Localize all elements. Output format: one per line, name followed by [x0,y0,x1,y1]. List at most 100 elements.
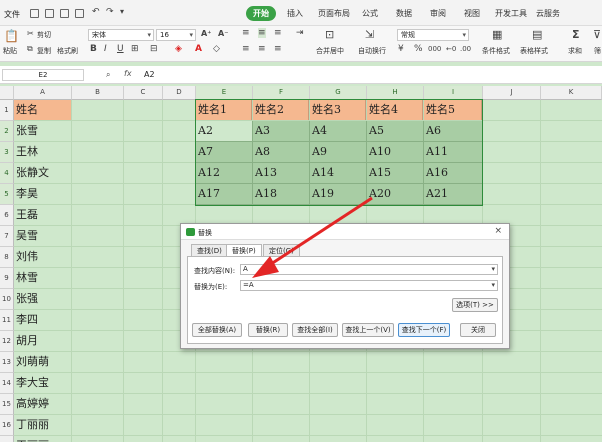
table-data-cell[interactable]: A15 [367,163,424,184]
file-menu[interactable]: 文件 [4,9,20,20]
name-cell[interactable]: 张强 [14,289,71,309]
table-style-button[interactable]: 表格样式 [520,46,548,56]
column-a-header-cell[interactable]: 姓名 [14,100,71,120]
align-left-icon[interactable]: ≡ [242,44,250,54]
font-size-select[interactable]: 16 [156,29,196,41]
row-header-10[interactable]: 10 [0,289,14,310]
name-cell[interactable]: 丁丽丽 [14,415,71,435]
name-cell[interactable]: 吴雪 [14,226,71,246]
column-header-K[interactable]: K [541,86,602,100]
wrap-text-icon[interactable]: ⇲ [365,28,374,41]
name-cell[interactable]: 刘伟 [14,247,71,267]
increase-decimal-icon[interactable]: ←0 [446,45,456,53]
paste-icon[interactable]: 📋 [4,29,19,43]
align-middle-icon[interactable]: ≡ [258,28,266,38]
column-header-G[interactable]: G [310,86,367,100]
column-header-A[interactable]: A [14,86,72,100]
merge-center-button[interactable]: 合并居中 [316,46,344,56]
replace-button[interactable]: 替换(R) [248,323,288,337]
tab-cloud[interactable]: 云服务 [536,8,560,19]
select-all-corner[interactable] [0,86,14,100]
table-data-cell[interactable]: A18 [253,184,310,205]
cut-icon[interactable]: ✂ [27,29,34,38]
name-cell[interactable]: 李大宝 [14,373,71,393]
table-data-cell[interactable]: A5 [367,121,424,142]
tab-data[interactable]: 数据 [396,8,412,19]
bold-icon[interactable]: B [90,44,97,54]
font-color-icon[interactable]: A [195,44,202,54]
table-data-cell[interactable]: A11 [424,142,483,163]
merge-center-icon[interactable]: ⊡ [325,28,334,41]
row-header-8[interactable]: 8 [0,247,14,268]
paste-label[interactable]: 粘贴 [3,46,17,56]
column-header-E[interactable]: E [196,86,253,100]
conditional-format-button[interactable]: 条件格式 [482,46,510,56]
quick-access-dropdown-icon[interactable]: ▾ [120,7,124,16]
tab-page-layout[interactable]: 页面布局 [318,8,350,19]
fill-bucket-icon[interactable]: ◈ [175,44,182,54]
row-header-6[interactable]: 6 [0,205,14,226]
currency-icon[interactable]: ¥ [398,44,404,54]
number-format-select[interactable]: 常规 [397,29,469,41]
dialog-title-bar[interactable]: 替换 × [181,224,509,240]
find-next-button[interactable]: 查找下一个(F) [398,323,450,337]
table-data-cell[interactable]: A6 [424,121,483,142]
row-header-3[interactable]: 3 [0,142,14,163]
column-header-C[interactable]: C [124,86,163,100]
decrease-decimal-icon[interactable]: .00 [460,45,471,53]
font-shrink-icon[interactable]: A⁻ [218,29,228,38]
row-header-7[interactable]: 7 [0,226,14,247]
font-grow-icon[interactable]: A⁺ [201,29,211,38]
tab-insert[interactable]: 插入 [287,8,303,19]
filter-button[interactable]: 筛 [594,46,601,56]
row-header-15[interactable]: 15 [0,394,14,415]
find-input[interactable]: A [240,264,498,275]
table-header-cell[interactable]: 姓名3 [310,100,366,120]
options-button[interactable]: 选项(T) >> [452,298,498,312]
row-header-11[interactable]: 11 [0,310,14,331]
copy-button[interactable]: 复制 [37,46,51,56]
filter-icon[interactable]: ⊽ [593,28,601,41]
row-header-5[interactable]: 5 [0,184,14,205]
column-header-H[interactable]: H [367,86,424,100]
format-painter-button[interactable]: 格式刷 [57,46,78,56]
table-style-icon[interactable]: ▤ [532,28,542,41]
name-box[interactable]: E2 [2,69,84,81]
print-icon[interactable] [60,9,69,18]
table-data-cell[interactable]: A3 [253,121,310,142]
close-icon[interactable]: × [494,226,502,236]
clear-format-icon[interactable]: ◇ [213,44,220,54]
column-header-J[interactable]: J [483,86,541,100]
copy-icon[interactable]: ⧉ [27,44,33,54]
table-header-cell[interactable]: 姓名4 [367,100,423,120]
close-button[interactable]: 关闭 [460,323,496,337]
find-all-button[interactable]: 查找全部(I) [292,323,338,337]
row-header-17[interactable]: 17 [0,436,14,442]
column-header-F[interactable]: F [253,86,310,100]
undo-icon[interactable]: ↶ [92,7,100,17]
name-cell[interactable]: 林雪 [14,268,71,288]
table-data-cell[interactable]: A7 [196,142,253,163]
zoom-icon[interactable]: ⌕ [106,70,110,80]
table-header-cell[interactable]: 姓名1 [196,100,252,120]
column-header-B[interactable]: B [72,86,124,100]
table-data-cell[interactable]: A17 [196,184,253,205]
name-cell[interactable]: 王丽丽 [14,436,71,442]
table-header-cell[interactable]: 姓名5 [424,100,482,120]
tab-formulas[interactable]: 公式 [362,8,378,19]
table-data-cell[interactable]: A16 [424,163,483,184]
name-cell[interactable]: 王林 [14,142,71,162]
table-data-cell[interactable]: A9 [310,142,367,163]
name-cell[interactable]: 高婷婷 [14,394,71,414]
name-cell[interactable]: 张雪 [14,121,71,141]
row-header-1[interactable]: 1 [0,100,14,121]
name-cell[interactable]: 李四 [14,310,71,330]
table-data-cell[interactable]: A12 [196,163,253,184]
preview-icon[interactable] [75,9,84,18]
align-center-icon[interactable]: ≡ [258,44,266,54]
column-header-D[interactable]: D [163,86,196,100]
name-cell[interactable]: 胡月 [14,331,71,351]
row-header-13[interactable]: 13 [0,352,14,373]
replace-input[interactable]: =A [240,280,498,291]
row-header-12[interactable]: 12 [0,331,14,352]
